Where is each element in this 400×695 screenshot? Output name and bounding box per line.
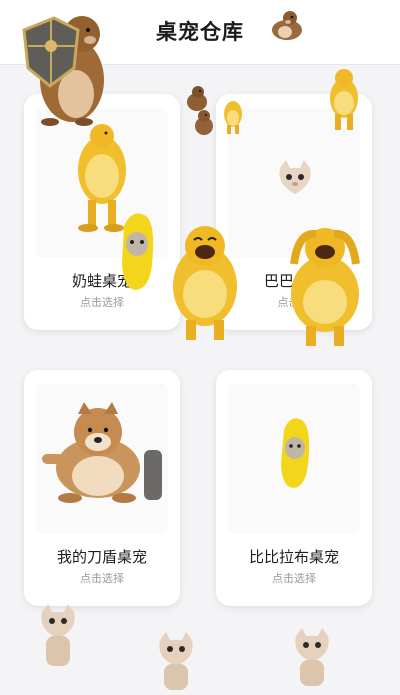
doge-icon: [42, 402, 162, 503]
banana-cat-icon: [122, 213, 154, 290]
cat-face-icon: [295, 628, 329, 686]
cat-face-icon: [41, 604, 75, 666]
cat-face-icon: [159, 632, 193, 690]
card-title: 我的刀盾桌宠: [56, 548, 147, 566]
card-title: 奶蛙桌宠: [71, 272, 132, 290]
card-select-hint: 点击选择: [80, 572, 124, 585]
shield-hamster-icon: [22, 16, 104, 126]
yellow-frog-icon: [224, 101, 242, 134]
card-select-hint: 点击选择: [80, 296, 124, 309]
card-select-hint: 点击选择: [272, 572, 316, 585]
yellow-frog-icon: [290, 228, 360, 346]
banana-cat-icon: [281, 418, 310, 488]
card-title: 比比拉布桌宠: [248, 548, 339, 566]
hamster-icon: [195, 110, 213, 135]
yellow-frog-icon: [173, 226, 237, 340]
yellow-frog-icon: [330, 69, 358, 130]
hamster-icon: [272, 11, 302, 40]
cat-face-icon: [279, 160, 311, 194]
